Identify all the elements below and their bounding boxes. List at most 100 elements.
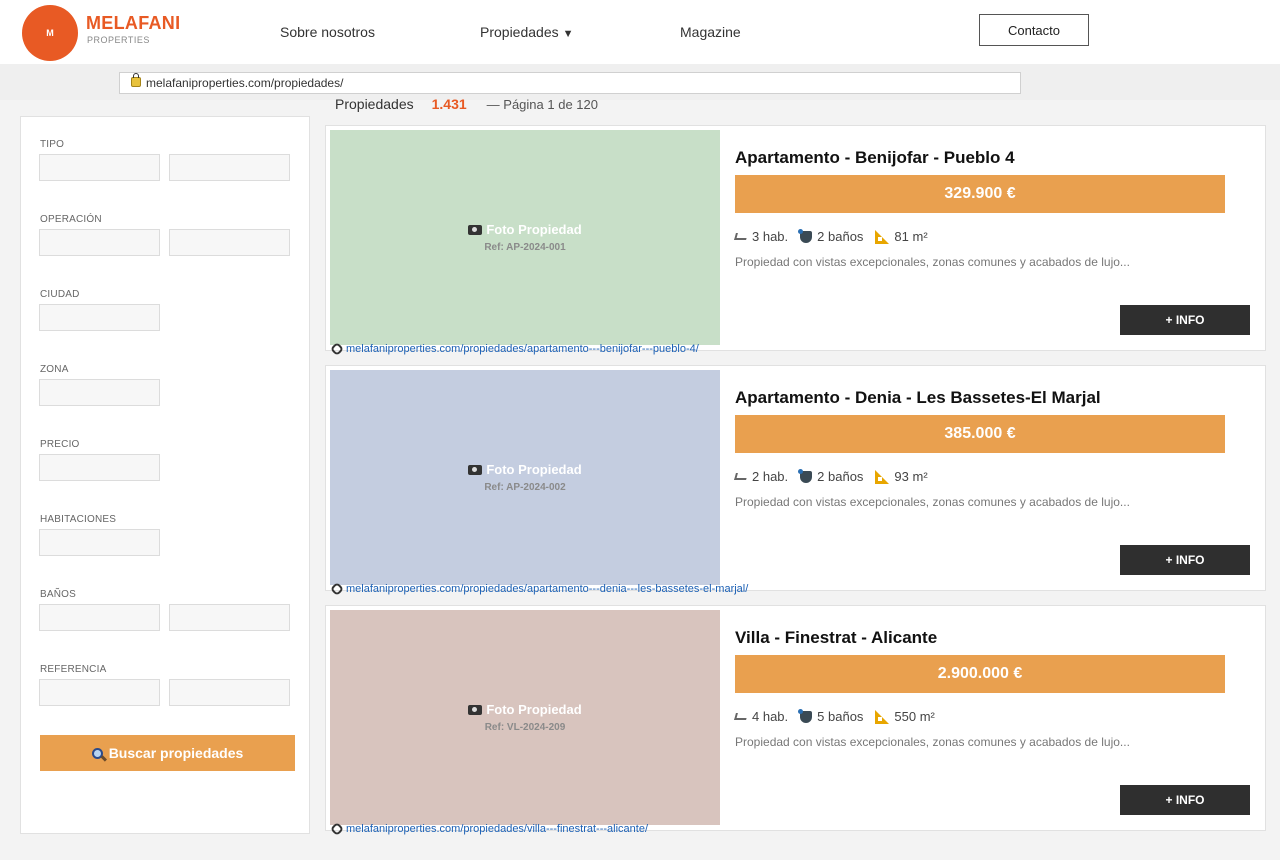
filter-operacion-input-1[interactable] (39, 229, 160, 256)
brand-subtitle: PROPERTIES (87, 35, 150, 45)
filter-banos-input-2[interactable] (169, 604, 290, 631)
listing-link[interactable]: melafaniproperties.com/propiedades/apart… (329, 341, 699, 357)
listing-ref: Ref: AP-2024-001 (484, 242, 566, 253)
listing-card: Foto Propiedad Ref: AP-2024-001 Apartame… (325, 125, 1266, 351)
listing-price: 385.000 € (735, 415, 1225, 453)
lock-icon (131, 73, 141, 87)
camera-icon (468, 704, 483, 715)
camera-icon (468, 464, 483, 475)
ruler-triangle-icon (875, 469, 890, 484)
listing-features: 3 hab. 2 baños 81 m² (734, 228, 928, 244)
ruler-triangle-icon (875, 709, 890, 724)
results-count: 1.431 (431, 96, 467, 112)
bed-icon (734, 233, 748, 240)
listing-title[interactable]: Apartamento - Denia - Les Bassetes-El Ma… (735, 388, 1101, 408)
photo-label: Foto Propiedad (468, 222, 582, 237)
filter-label-banos: BAÑOS (40, 589, 77, 600)
filter-label-ciudad: CIUDAD (40, 289, 80, 300)
ruler-triangle-icon (875, 229, 890, 244)
filter-operacion-input-2[interactable] (169, 229, 290, 256)
baths-value: 2 baños (817, 469, 864, 484)
nav-propiedades[interactable]: Propiedades ▼ (480, 24, 574, 40)
feature-beds: 4 hab. (734, 709, 789, 724)
filter-label-referencia: REFERENCIA (40, 664, 107, 675)
search-properties-button[interactable]: Buscar propiedades (40, 735, 295, 771)
listing-card: Foto Propiedad Ref: VL-2024-209 Villa - … (325, 605, 1266, 831)
bath-icon (798, 468, 813, 483)
feature-beds: 2 hab. (734, 469, 789, 484)
filter-tipo-input-2[interactable] (169, 154, 290, 181)
listing-photo[interactable]: Foto Propiedad Ref: AP-2024-001 (330, 130, 720, 345)
area-value: 550 m² (894, 709, 935, 724)
listing-price: 2.900.000 € (735, 655, 1225, 693)
search-button-label: Buscar propiedades (108, 745, 244, 761)
feature-baths: 5 baños (798, 708, 864, 724)
listing-description: Propiedad con vistas excepcionales, zona… (735, 495, 1130, 509)
address-bar-input[interactable]: melafaniproperties.com/propiedades/ (119, 72, 1021, 94)
results-summary: Propiedades 1.431 — Página 1 de 120 (335, 96, 598, 112)
feature-baths: 2 baños (798, 468, 864, 484)
filter-referencia-input-2[interactable] (169, 679, 290, 706)
filter-referencia-input-1[interactable] (39, 679, 160, 706)
photo-label: Foto Propiedad (468, 702, 582, 717)
filter-precio-input[interactable] (39, 454, 160, 481)
photo-label-text: Foto Propiedad (486, 462, 582, 477)
chevron-down-icon: ▼ (562, 28, 574, 40)
listing-features: 2 hab. 2 baños 93 m² (734, 468, 928, 484)
listing-link[interactable]: melafaniproperties.com/propiedades/villa… (329, 821, 648, 837)
listing-photo[interactable]: Foto Propiedad Ref: AP-2024-002 (330, 370, 720, 585)
listing-ref: Ref: AP-2024-002 (484, 482, 566, 493)
feature-baths: 2 baños (798, 228, 864, 244)
listing-price: 329.900 € (735, 175, 1225, 213)
filter-habitaciones-input[interactable] (39, 529, 160, 556)
listing-title[interactable]: Villa - Finestrat - Alicante (735, 628, 937, 648)
beds-value: 4 hab. (752, 709, 789, 724)
feature-area: 93 m² (875, 469, 928, 484)
area-value: 81 m² (894, 229, 928, 244)
page-indicator: — Página 1 de 120 (486, 97, 598, 112)
more-info-button[interactable]: + INFO (1120, 785, 1250, 815)
listing-description: Propiedad con vistas excepcionales, zona… (735, 255, 1130, 269)
listing-card: Foto Propiedad Ref: AP-2024-002 Apartame… (325, 365, 1266, 591)
photo-label-text: Foto Propiedad (486, 222, 582, 237)
listing-ref: Ref: VL-2024-209 (484, 722, 566, 733)
bed-icon (734, 713, 748, 720)
filter-zona-input[interactable] (39, 379, 160, 406)
link-icon (329, 341, 345, 357)
bed-icon (734, 473, 748, 480)
listing-photo[interactable]: Foto Propiedad Ref: VL-2024-209 (330, 610, 720, 825)
feature-area: 81 m² (875, 229, 928, 244)
beds-value: 2 hab. (752, 469, 789, 484)
logo[interactable]: M (22, 5, 78, 61)
bath-icon (798, 228, 813, 243)
beds-value: 3 hab. (752, 229, 789, 244)
feature-beds: 3 hab. (734, 229, 789, 244)
nav-sobre-nosotros[interactable]: Sobre nosotros (280, 24, 375, 40)
baths-value: 2 baños (817, 229, 864, 244)
area-value: 93 m² (894, 469, 928, 484)
nav-propiedades-label: Propiedades (480, 24, 559, 40)
nav-magazine[interactable]: Magazine (680, 24, 741, 40)
listing-features: 4 hab. 5 baños 550 m² (734, 708, 935, 724)
baths-value: 5 baños (817, 709, 864, 724)
filter-ciudad-input[interactable] (39, 304, 160, 331)
photo-label-text: Foto Propiedad (486, 702, 582, 717)
filter-banos-input-1[interactable] (39, 604, 160, 631)
brand-name[interactable]: MELAFANI (86, 13, 180, 34)
listing-description: Propiedad con vistas excepcionales, zona… (735, 735, 1130, 749)
more-info-button[interactable]: + INFO (1120, 305, 1250, 335)
search-icon (91, 747, 103, 759)
listing-link-text: melafaniproperties.com/propiedades/apart… (346, 583, 749, 595)
link-icon (329, 821, 345, 837)
bath-icon (798, 708, 813, 723)
contact-button[interactable]: Contacto (979, 14, 1089, 46)
filter-label-zona: ZONA (40, 364, 69, 375)
more-info-button[interactable]: + INFO (1120, 545, 1250, 575)
filter-label-operacion: OPERACIÓN (40, 214, 102, 225)
site-header: M MELAFANI PROPERTIES Sobre nosotros Pro… (0, 0, 1280, 65)
filter-label-tipo: TIPO (40, 139, 65, 150)
filter-label-precio: PRECIO (40, 439, 80, 450)
listing-title[interactable]: Apartamento - Benijofar - Pueblo 4 (735, 148, 1015, 168)
filter-tipo-input-1[interactable] (39, 154, 160, 181)
listing-link[interactable]: melafaniproperties.com/propiedades/apart… (329, 581, 749, 597)
